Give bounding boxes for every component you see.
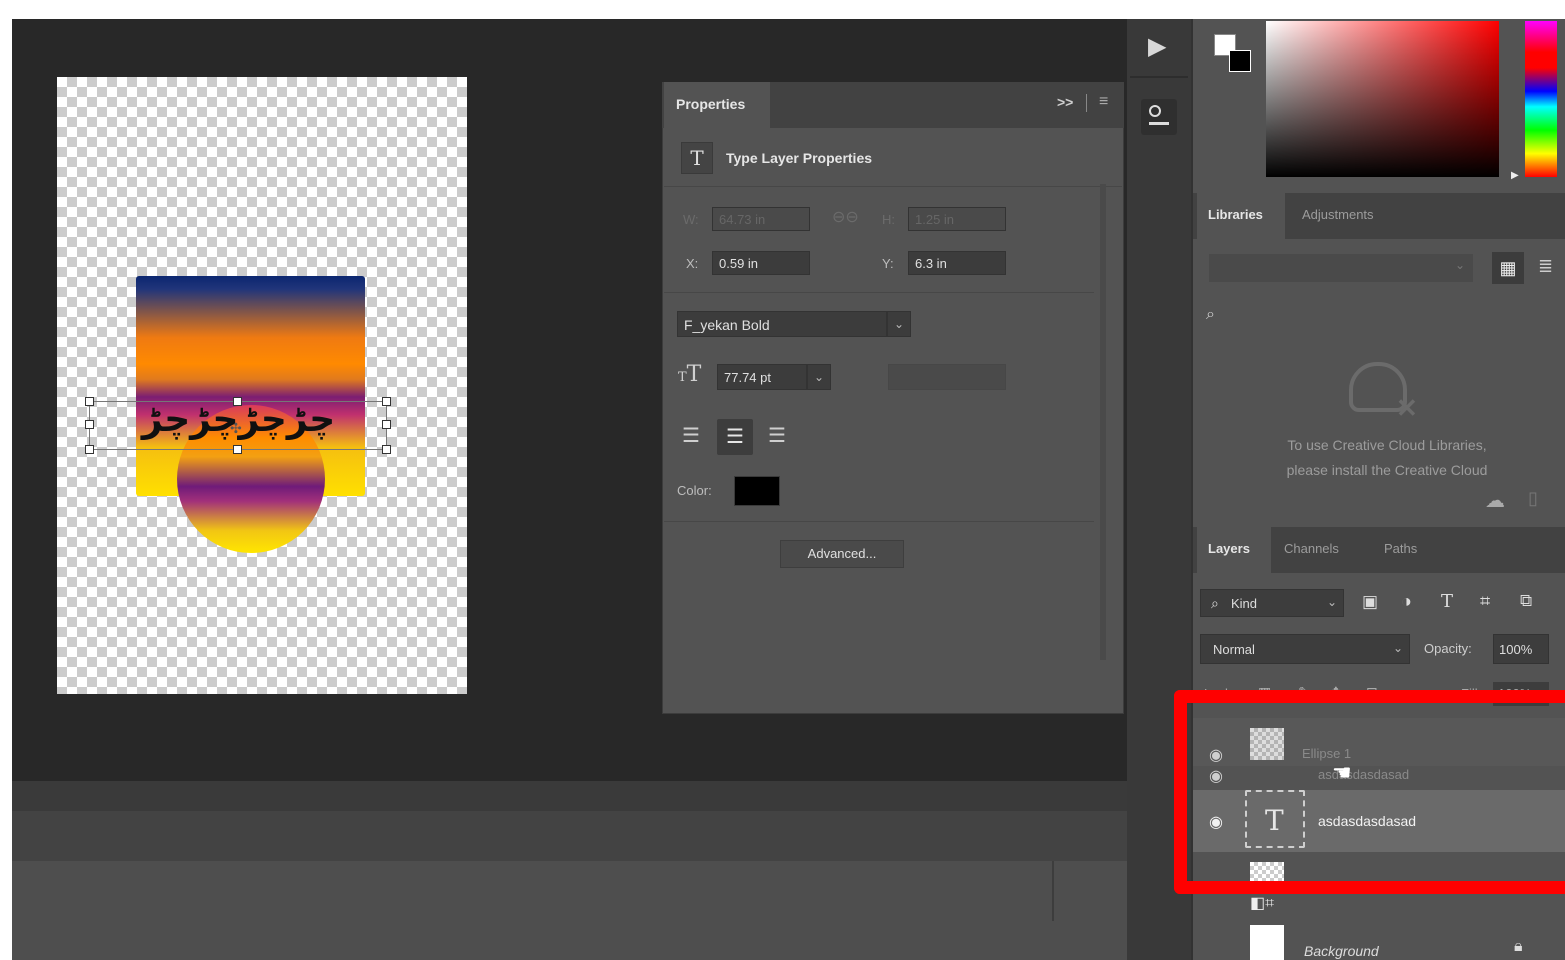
properties-scrollbar[interactable] <box>1100 184 1106 660</box>
align-left-icon[interactable]: ☰ <box>676 421 706 451</box>
type-layer-icon: T <box>681 142 713 174</box>
hue-slider[interactable] <box>1525 21 1557 177</box>
tab-properties[interactable]: Properties <box>664 82 770 128</box>
layer-name[interactable]: Background <box>1304 943 1379 959</box>
hue-marker-icon[interactable]: ▶ <box>1511 170 1519 181</box>
blend-mode-select[interactable]: Normal ⌄ <box>1200 634 1410 664</box>
align-center-icon[interactable]: ☰ <box>717 419 753 455</box>
font-family-select[interactable]: F_yekan Bold <box>677 311 887 337</box>
tab-layers[interactable]: Layers <box>1197 527 1271 573</box>
red-highlight-annotation <box>1174 690 1565 894</box>
filter-pixel-icon[interactable]: ▣ <box>1362 592 1378 612</box>
cc-sync-icon[interactable]: ☁ <box>1485 488 1505 513</box>
filter-kind-label: Kind <box>1231 596 1258 611</box>
blend-mode-label: Normal <box>1213 642 1255 657</box>
x-label: X: <box>686 256 699 271</box>
advanced-button[interactable]: Advanced... <box>780 540 904 568</box>
font-style-field[interactable] <box>888 364 1006 390</box>
filter-shape-icon[interactable]: ⌗ <box>1480 591 1490 612</box>
tab-adjustments[interactable]: Adjustments <box>1302 207 1374 222</box>
transform-handle-top-right[interactable] <box>382 397 391 406</box>
properties-panel <box>662 82 1124 714</box>
dock-separator <box>1130 76 1188 78</box>
width-field[interactable]: 64.73 in <box>712 207 810 231</box>
color-divider <box>664 521 1094 522</box>
timeline-header <box>12 781 1127 811</box>
transform-center-icon: ✣ <box>230 420 242 436</box>
filter-type-icon[interactable]: T <box>1441 591 1453 612</box>
tab-channels[interactable]: Channels <box>1284 541 1339 556</box>
link-icon[interactable]: ⊖⊖ <box>832 207 859 227</box>
properties-dock-icon[interactable] <box>1141 99 1177 135</box>
play-icon[interactable]: ▶ <box>1148 32 1166 61</box>
grid-view-icon[interactable]: ▦ <box>1492 252 1524 284</box>
collapse-icon[interactable]: >> <box>1057 94 1073 110</box>
timeline-toolbar <box>12 811 1127 861</box>
transform-handle-left[interactable] <box>85 420 94 429</box>
list-view-icon[interactable]: ≣ <box>1538 256 1553 277</box>
opacity-field[interactable]: 100% <box>1493 634 1549 664</box>
font-size-icon: TT <box>678 362 702 387</box>
trash-icon[interactable]: ▯ <box>1528 488 1538 509</box>
properties-gear-icon <box>1149 105 1161 117</box>
timeline-divider <box>1052 861 1054 921</box>
tabbar-separator <box>1086 94 1087 112</box>
library-chevron-icon[interactable]: ⌄ <box>1455 258 1465 272</box>
color-field[interactable] <box>1266 21 1499 177</box>
libraries-message-line1: To use Creative Cloud Libraries, <box>1287 437 1487 453</box>
background-thumbnail <box>1250 925 1284 960</box>
height-field[interactable]: 1.25 in <box>908 207 1006 231</box>
align-right-icon[interactable]: ☰ <box>762 421 792 451</box>
font-size-chevron-icon[interactable]: ⌄ <box>807 364 831 390</box>
libraries-message-line2: please install the Creative Cloud <box>1286 462 1488 478</box>
layer-lock-icon: 🔒︎ <box>1514 938 1523 955</box>
filter-chevron-icon: ⌄ <box>1327 595 1338 609</box>
filter-smart-object-icon[interactable]: ⧉ <box>1520 591 1532 611</box>
transform-handle-right[interactable] <box>382 420 391 429</box>
filter-search-icon: ⌕ <box>1211 595 1219 611</box>
x-field[interactable]: 0.59 in <box>712 251 810 275</box>
color-label: Color: <box>677 483 712 498</box>
panel-menu-icon[interactable]: ≡ <box>1099 93 1108 111</box>
height-label: H: <box>882 212 895 227</box>
width-label: W: <box>683 212 699 227</box>
blend-chevron-icon: ⌄ <box>1393 641 1404 655</box>
transform-handle-bottom-right[interactable] <box>382 445 391 454</box>
cloud-x-icon: ✕ <box>1396 393 1418 423</box>
transform-handle-top[interactable] <box>233 397 242 406</box>
layer-row-background[interactable] <box>1193 918 1565 960</box>
text-color-swatch[interactable] <box>734 476 780 506</box>
transform-handle-bottom[interactable] <box>233 445 242 454</box>
transform-handle-bottom-left[interactable] <box>85 445 94 454</box>
y-field[interactable]: 6.3 in <box>908 251 1006 275</box>
library-select[interactable] <box>1209 254 1473 282</box>
font-size-field[interactable]: 77.74 pt <box>717 364 807 390</box>
section-divider <box>664 186 1122 187</box>
filter-adjustment-icon[interactable]: ◑ <box>1401 591 1412 612</box>
search-icon[interactable]: ⌕ <box>1206 306 1215 324</box>
section-title: Type Layer Properties <box>726 150 873 166</box>
transform-handle-top-left[interactable] <box>85 397 94 406</box>
opacity-label: Opacity: <box>1424 641 1472 656</box>
filter-kind-select[interactable]: ⌕ Kind ⌄ <box>1200 589 1344 617</box>
background-color-swatch[interactable] <box>1229 50 1251 72</box>
chevron-down-icon[interactable]: ⌄ <box>887 311 911 337</box>
timeline-panel <box>12 861 1127 960</box>
vector-mask-icon: ◧⌗ <box>1250 895 1275 912</box>
tab-libraries[interactable]: Libraries <box>1197 193 1285 239</box>
tab-paths[interactable]: Paths <box>1384 541 1417 556</box>
transform-divider <box>664 292 1094 293</box>
properties-bar-icon <box>1149 122 1169 125</box>
y-label: Y: <box>882 256 894 271</box>
